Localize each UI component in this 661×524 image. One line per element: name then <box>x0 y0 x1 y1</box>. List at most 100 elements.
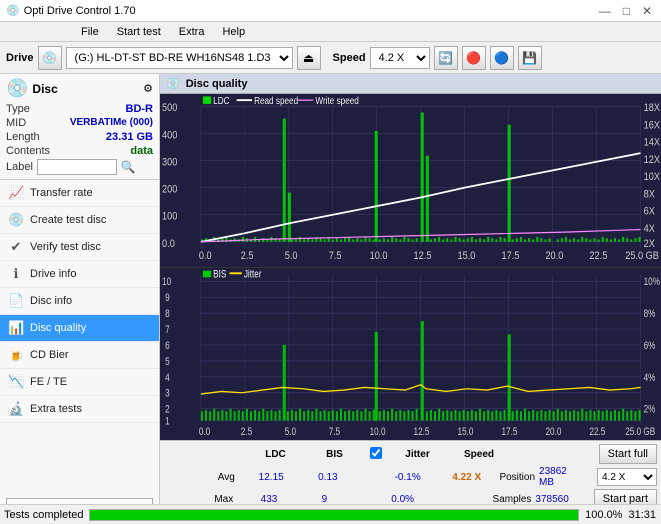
svg-text:10.0: 10.0 <box>370 426 386 438</box>
svg-text:2%: 2% <box>644 403 656 415</box>
disc-label-row: Label 🔍 <box>6 159 153 175</box>
samples-value: 378560 <box>535 494 568 505</box>
nav-item-transfer-rate[interactable]: 📈Transfer rate <box>0 180 159 207</box>
disc-info-icon: 📄 <box>8 293 24 309</box>
menu-start-test[interactable]: Start test <box>112 24 166 40</box>
minimize-button[interactable]: — <box>596 4 614 18</box>
save-btn[interactable]: 💾 <box>518 46 542 70</box>
nav-item-disc-info[interactable]: 📄Disc info <box>0 288 159 315</box>
svg-text:2X: 2X <box>644 238 655 250</box>
menu-help[interactable] <box>58 30 68 34</box>
titlebar: 💿 Opti Drive Control 1.70 — □ ✕ <box>0 0 661 22</box>
app-title: Opti Drive Control 1.70 <box>24 5 136 17</box>
quality-title: Disc quality <box>186 78 248 90</box>
disc-label-input[interactable] <box>37 159 117 175</box>
legend-ldc: LDC <box>213 95 230 106</box>
svg-text:4%: 4% <box>644 371 656 383</box>
svg-text:0.0: 0.0 <box>162 238 175 250</box>
speed-select[interactable]: 4.2 X <box>370 47 430 69</box>
jitter-checkbox[interactable] <box>370 447 382 459</box>
disc-title: Disc <box>32 82 57 96</box>
disc-contents-row: Contents data <box>6 145 153 157</box>
svg-text:1: 1 <box>165 415 170 427</box>
avg-ldc: 12.15 <box>245 472 298 483</box>
statusbar: Tests completed 100.0% 31:31 <box>0 504 660 524</box>
svg-text:10.0: 10.0 <box>370 250 388 262</box>
nav-section: 📈Transfer rate💿Create test disc✔Verify t… <box>0 180 159 494</box>
fe-te-icon: 📉 <box>8 374 24 390</box>
titlebar-left: 💿 Opti Drive Control 1.70 <box>6 4 136 17</box>
svg-text:3: 3 <box>165 387 170 399</box>
svg-text:17.5: 17.5 <box>501 250 519 262</box>
menu-file[interactable]: File <box>76 24 104 40</box>
quality-panel-header: 💿 Disc quality <box>160 74 661 94</box>
stat-header-ldc: LDC <box>248 449 303 460</box>
speed-dropdown[interactable]: 4.2 X <box>597 468 657 486</box>
chart-ldc: 500 400 300 200 100 0.0 18X 16X 14X 12X … <box>160 94 661 267</box>
svg-text:Jitter: Jitter <box>244 268 262 280</box>
nav-item-create-test-disc[interactable]: 💿Create test disc <box>0 207 159 234</box>
nav-item-extra-tests[interactable]: 🔬Extra tests <box>0 396 159 423</box>
menu-extra[interactable] <box>40 30 50 34</box>
svg-text:12.5: 12.5 <box>414 250 432 262</box>
quality-icon: 💿 <box>166 77 180 90</box>
svg-text:15.0: 15.0 <box>458 250 476 262</box>
svg-text:5.0: 5.0 <box>285 250 298 262</box>
avg-jitter: -0.1% <box>381 472 434 483</box>
nav-label-verify-test-disc: Verify test disc <box>30 241 101 253</box>
disc-mid-label: MID <box>6 117 26 129</box>
disc-panel-header: 💿 Disc ⚙ <box>6 78 153 99</box>
nav-label-fe-te: FE / TE <box>30 376 67 388</box>
status-text: Tests completed <box>4 509 83 521</box>
svg-text:25.0 GB: 25.0 GB <box>625 426 655 438</box>
menu-file[interactable] <box>4 30 14 34</box>
svg-text:25.0 GB: 25.0 GB <box>625 250 659 262</box>
svg-text:4: 4 <box>165 371 170 383</box>
eject-btn[interactable]: ⏏ <box>297 46 321 70</box>
maximize-button[interactable]: □ <box>620 4 633 18</box>
legend-write: Write speed <box>315 95 358 106</box>
disc-panel: 💿 Disc ⚙ Type BD-R MID VERBATIMe (000) L… <box>0 74 159 180</box>
settings-btn1[interactable]: 🔴 <box>462 46 486 70</box>
svg-text:7.5: 7.5 <box>329 426 340 438</box>
svg-text:400: 400 <box>162 130 178 142</box>
svg-text:2: 2 <box>165 403 170 415</box>
disc-settings-icon[interactable]: ⚙ <box>143 82 153 95</box>
start-full-button[interactable]: Start full <box>599 444 657 464</box>
chart1-svg: 500 400 300 200 100 0.0 18X 16X 14X 12X … <box>160 94 661 267</box>
disc-contents-label: Contents <box>6 145 50 157</box>
svg-text:12X: 12X <box>644 154 661 166</box>
nav-item-disc-quality[interactable]: 📊Disc quality <box>0 315 159 342</box>
nav-label-drive-info: Drive info <box>30 268 76 280</box>
drive-info-icon: ℹ <box>8 266 24 282</box>
drive-toolbar: Drive 💿 (G:) HL-DT-ST BD-RE WH16NS48 1.D… <box>0 42 661 74</box>
nav-item-drive-info[interactable]: ℹ Drive info <box>0 261 159 288</box>
svg-text:6X: 6X <box>644 206 655 218</box>
charts-area: 500 400 300 200 100 0.0 18X 16X 14X 12X … <box>160 94 661 440</box>
settings-btn2[interactable]: 🔵 <box>490 46 514 70</box>
svg-text:300: 300 <box>162 157 178 169</box>
menu-help[interactable]: Help <box>217 24 250 40</box>
nav-label-disc-quality: Disc quality <box>30 322 86 334</box>
content-area: 💿 Disc quality <box>160 74 661 524</box>
nav-label-cd-bier: CD Bier <box>30 349 69 361</box>
drive-select[interactable]: (G:) HL-DT-ST BD-RE WH16NS48 1.D3 <box>66 47 293 69</box>
disc-label-icon[interactable]: 🔍 <box>121 160 136 174</box>
progress-bar-fill <box>90 510 578 520</box>
menu-extra[interactable]: Extra <box>174 24 210 40</box>
svg-text:0.0: 0.0 <box>199 250 212 262</box>
drive-icon-btn[interactable]: 💿 <box>38 46 62 70</box>
svg-text:10: 10 <box>162 276 171 288</box>
nav-item-verify-test-disc[interactable]: ✔Verify test disc <box>0 234 159 261</box>
nav-item-fe-te[interactable]: 📉 FE / TE <box>0 369 159 396</box>
nav-item-cd-bier[interactable]: 🍺CD Bier <box>0 342 159 369</box>
menu-start-test[interactable] <box>22 30 32 34</box>
refresh-btn[interactable]: 🔄 <box>434 46 458 70</box>
disc-mid-value: VERBATIMe (000) <box>70 117 153 129</box>
svg-text:2.5: 2.5 <box>241 250 254 262</box>
nav-label-extra-tests: Extra tests <box>30 403 82 415</box>
max-jitter: 0.0% <box>377 494 428 505</box>
close-button[interactable]: ✕ <box>639 4 655 18</box>
position-value: 23862 MB <box>539 466 567 488</box>
stat-header-jitter: Jitter <box>390 449 445 460</box>
